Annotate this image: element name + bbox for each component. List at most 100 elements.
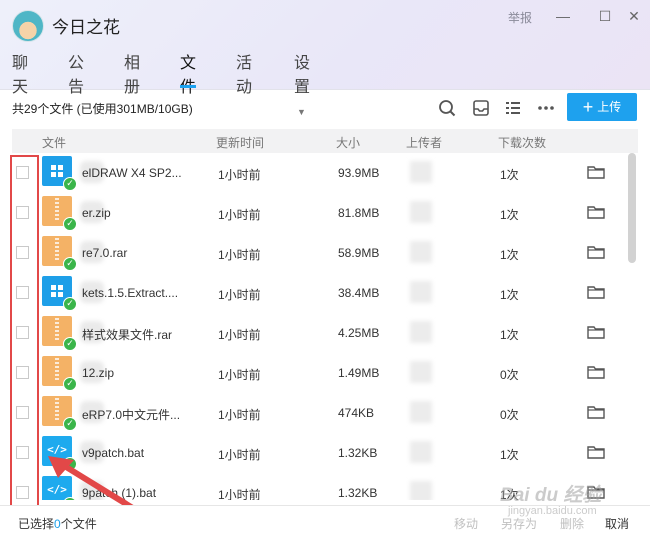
- plus-icon: +: [582, 97, 594, 117]
- file-time: 1小时前: [218, 368, 261, 382]
- selection-prefix: 已选择: [18, 517, 55, 531]
- file-name[interactable]: kets.1.5.Extract....: [82, 286, 212, 300]
- table-row[interactable]: ✓ eRP7.0中文元件... 1小时前 474KB 0次: [0, 393, 626, 433]
- file-time: 1小时前: [218, 448, 261, 462]
- folder-icon[interactable]: [587, 285, 605, 299]
- move-button[interactable]: 移动: [454, 515, 478, 532]
- search-icon[interactable]: [437, 98, 457, 118]
- maximize-icon[interactable]: ☐: [595, 6, 615, 26]
- scrollbar[interactable]: [628, 153, 636, 263]
- selection-suffix: 个文件: [60, 517, 97, 531]
- download-count: 1次: [500, 328, 519, 342]
- tab-files[interactable]: 文件: [180, 52, 197, 96]
- uploader-redacted: [410, 321, 432, 343]
- file-name[interactable]: er.zip: [82, 206, 212, 220]
- header-uploader[interactable]: 上传者: [406, 134, 442, 151]
- download-count: 1次: [500, 248, 519, 262]
- download-count: 0次: [500, 408, 519, 422]
- selection-status: 已选择0个文件: [18, 515, 97, 532]
- table-row[interactable]: ✓ 样式效果文件.rar 1小时前 4.25MB 1次: [0, 313, 626, 353]
- header-name[interactable]: 文件: [42, 134, 66, 151]
- table-row[interactable]: ✓ kets.1.5.Extract.... 1小时前 38.4MB 1次: [0, 273, 626, 313]
- file-time: 1小时前: [218, 208, 261, 222]
- more-icon[interactable]: [536, 98, 556, 118]
- uploader-redacted: [410, 281, 432, 303]
- download-count: 1次: [500, 448, 519, 462]
- uploader-redacted: [410, 201, 432, 223]
- table-row[interactable]: ✓ er.zip 1小时前 81.8MB 1次: [0, 193, 626, 233]
- tab-chat[interactable]: 聊天: [12, 52, 28, 96]
- downloaded-check-icon: ✓: [63, 377, 77, 391]
- file-time: 1小时前: [218, 168, 261, 182]
- table-row[interactable]: ✓ elDRAW X4 SP2... 1小时前 93.9MB 1次: [0, 153, 626, 193]
- table-header: 文件 更新时间 大小 上传者 下载次数: [12, 129, 638, 153]
- delete-button[interactable]: 删除: [560, 515, 584, 532]
- group-avatar[interactable]: [12, 10, 44, 42]
- downloaded-check-icon: ✓: [63, 177, 77, 191]
- watermark: Bai du 经验: [500, 485, 602, 506]
- close-icon[interactable]: ✕: [624, 6, 644, 26]
- download-count: 0次: [500, 368, 519, 382]
- tab-announcement[interactable]: 公告: [68, 52, 84, 96]
- uploader-redacted: [410, 441, 432, 463]
- file-time: 1小时前: [218, 288, 261, 302]
- file-name[interactable]: re7.0.rar: [82, 246, 212, 260]
- folder-icon[interactable]: [587, 205, 605, 219]
- minimize-icon[interactable]: —: [553, 6, 573, 26]
- folder-icon[interactable]: [587, 245, 605, 259]
- inbox-icon[interactable]: [471, 98, 491, 118]
- header-time[interactable]: 更新时间: [216, 134, 264, 151]
- file-name[interactable]: elDRAW X4 SP2...: [82, 166, 212, 180]
- download-count: 1次: [500, 168, 519, 182]
- folder-icon[interactable]: [587, 365, 605, 379]
- folder-icon[interactable]: [587, 165, 605, 179]
- downloaded-check-icon: ✓: [63, 257, 77, 271]
- download-count: 1次: [500, 288, 519, 302]
- file-name[interactable]: 12.zip: [82, 366, 212, 380]
- uploader-redacted: [410, 241, 432, 263]
- upload-label: 上传: [597, 100, 622, 114]
- group-name: 今日之花: [52, 18, 120, 37]
- folder-icon[interactable]: [587, 325, 605, 339]
- table-row[interactable]: ✓ 12.zip 1小时前 1.49MB 0次: [0, 353, 626, 393]
- file-toolbar: 共29个文件 (已使用301MB/10GB) + 上传: [0, 90, 650, 126]
- file-size: 81.8MB: [338, 206, 380, 220]
- downloaded-check-icon: ✓: [63, 217, 77, 231]
- downloaded-check-icon: ✓: [63, 337, 77, 351]
- list-view-icon[interactable]: [503, 98, 523, 118]
- tab-settings[interactable]: 设置▼: [294, 52, 310, 117]
- file-time: 1小时前: [218, 328, 261, 342]
- file-time: 1小时前: [218, 488, 261, 500]
- file-size: 474KB: [338, 406, 375, 420]
- uploader-redacted: [410, 481, 432, 500]
- file-name[interactable]: 样式效果文件.rar: [82, 326, 212, 343]
- title-bar: 今日之花 举报 — ☐ ✕ 聊天 公告 相册 文件 活动 设置▼: [0, 0, 650, 117]
- file-name[interactable]: eRP7.0中文元件...: [82, 406, 212, 423]
- save-as-button[interactable]: 另存为: [501, 515, 537, 532]
- table-row[interactable]: ✓ re7.0.rar 1小时前 58.9MB 1次: [0, 233, 626, 273]
- checkbox-highlight-box: [10, 155, 39, 510]
- report-link[interactable]: 举报: [508, 9, 532, 26]
- file-size: 38.4MB: [338, 286, 380, 300]
- downloaded-check-icon: ✓: [63, 297, 77, 311]
- file-size: 1.49MB: [338, 366, 380, 380]
- file-summary: 共29个文件 (已使用301MB/10GB): [12, 102, 193, 116]
- file-size: 1.32KB: [338, 446, 378, 460]
- tab-activity[interactable]: 活动: [236, 52, 252, 96]
- header-downloads[interactable]: 下载次数: [498, 134, 546, 151]
- upload-button[interactable]: + 上传: [567, 93, 637, 121]
- tab-album[interactable]: 相册: [124, 52, 140, 96]
- file-list: ✓ elDRAW X4 SP2... 1小时前 93.9MB 1次 ✓ er.zip 1小时前…: [0, 153, 626, 500]
- folder-icon[interactable]: [587, 405, 605, 419]
- cancel-button[interactable]: 取消: [605, 515, 629, 532]
- header-size[interactable]: 大小: [336, 134, 360, 151]
- selection-count: 0: [54, 517, 61, 531]
- uploader-redacted: [410, 161, 432, 183]
- file-size: 58.9MB: [338, 246, 380, 260]
- file-time: 1小时前: [218, 408, 261, 422]
- uploader-redacted: [410, 361, 432, 383]
- folder-icon[interactable]: [587, 445, 605, 459]
- file-size: 4.25MB: [338, 326, 380, 340]
- file-time: 1小时前: [218, 248, 261, 262]
- download-count: 1次: [500, 208, 519, 222]
